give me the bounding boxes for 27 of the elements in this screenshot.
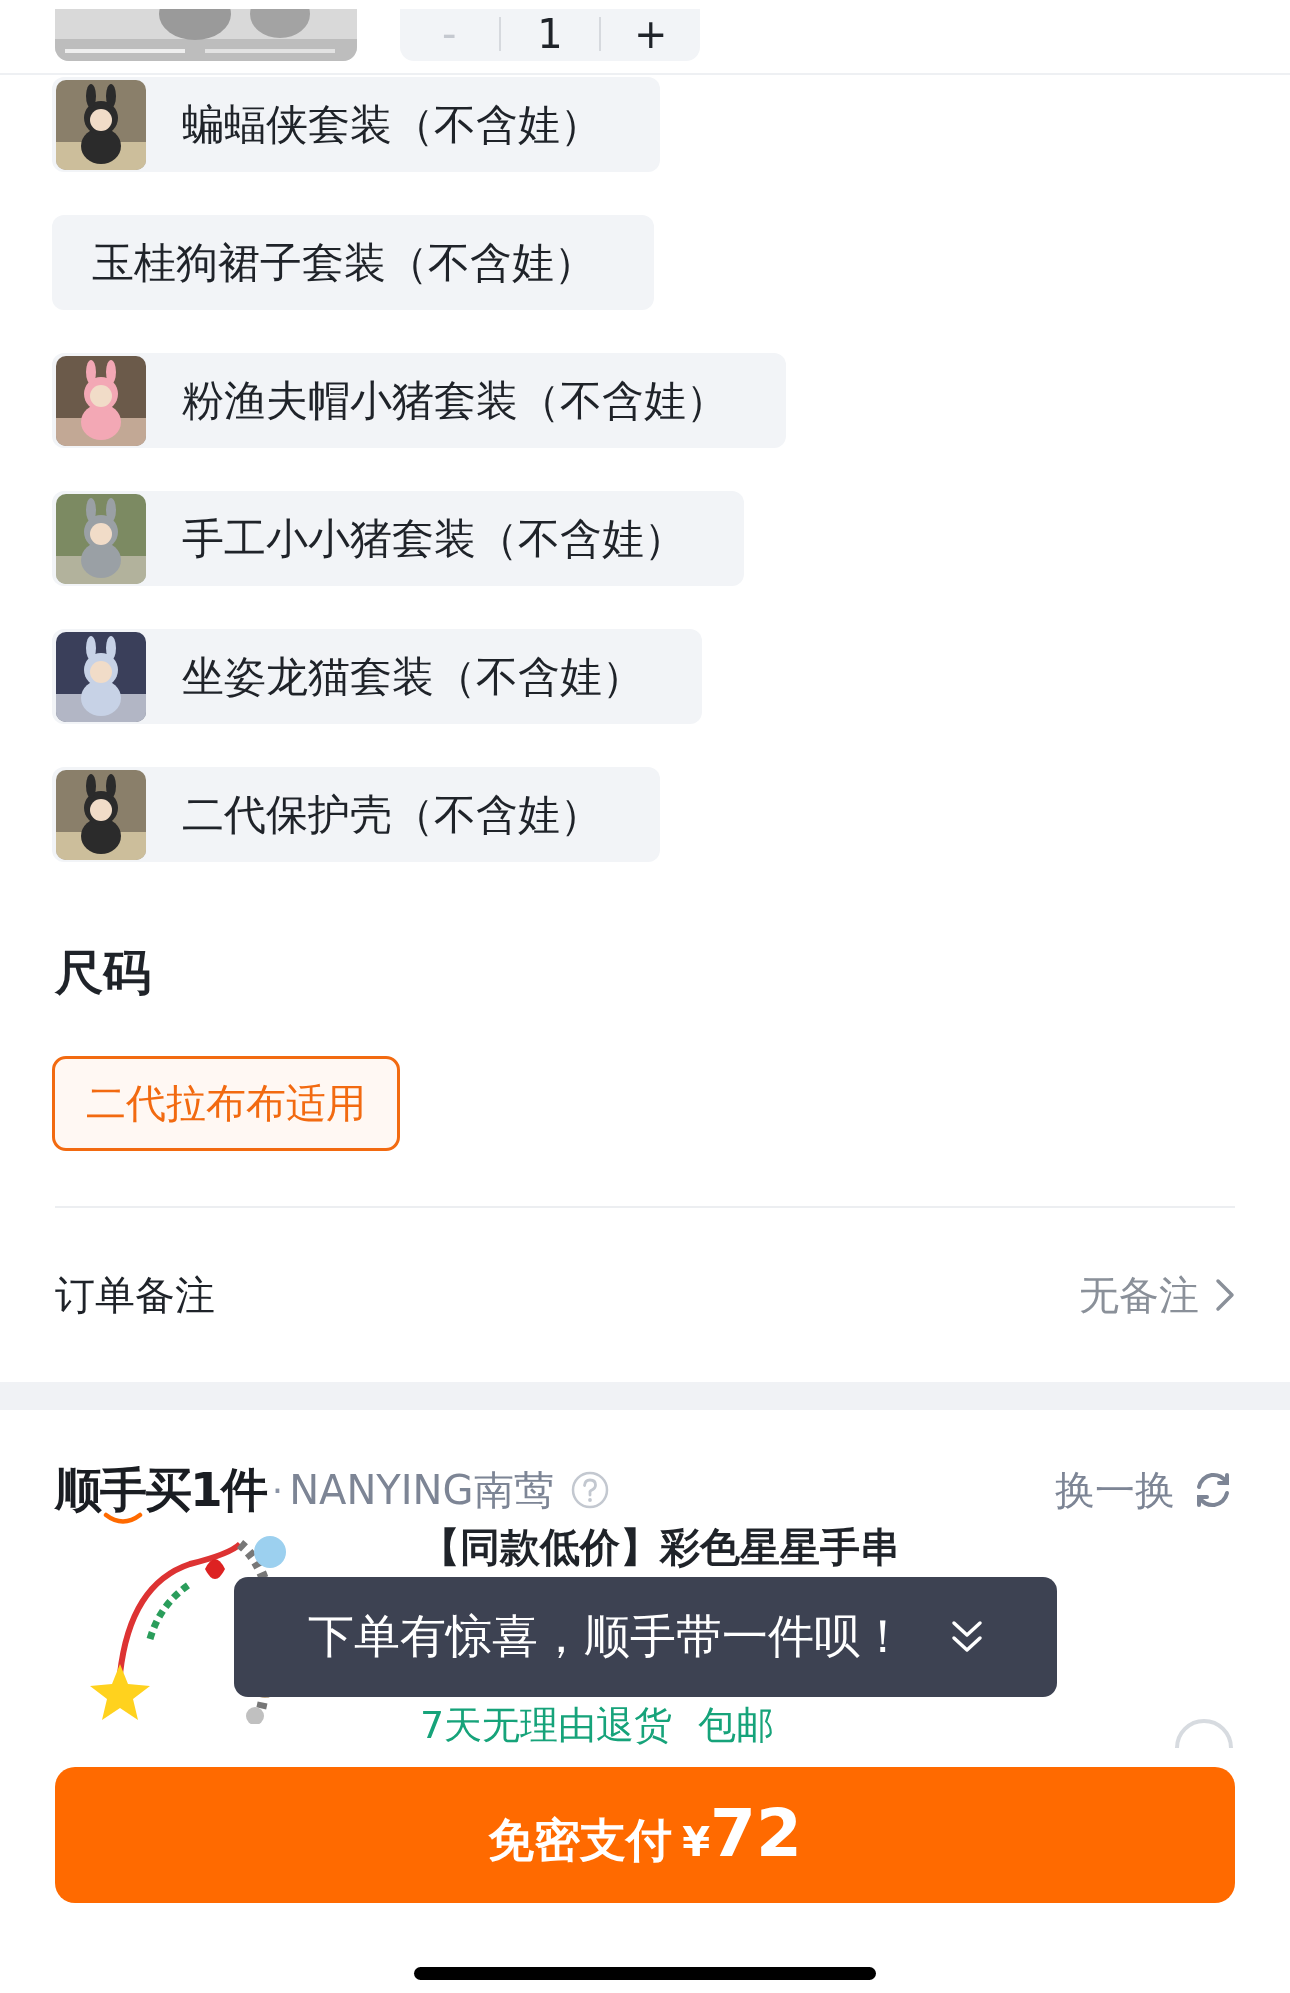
option-label: 手工小小猪套装（不含娃） bbox=[182, 512, 686, 565]
quantity-value: 1 bbox=[536, 11, 564, 57]
quantity-stepper[interactable]: - 1 + bbox=[400, 9, 700, 61]
option-chip[interactable]: 蝙蝠侠套装（不含娃） bbox=[52, 77, 660, 172]
plus-button[interactable]: + bbox=[601, 11, 700, 57]
option-label: 二代保护壳（不含娃） bbox=[182, 788, 602, 841]
separator-dot: · bbox=[271, 1469, 284, 1511]
shop-name: NANYING南莺 bbox=[289, 1465, 554, 1515]
option-chip[interactable]: 坐姿龙猫套装（不含娃） bbox=[52, 629, 702, 724]
option-chip[interactable]: 粉渔夫帽小猪套装（不含娃） bbox=[52, 353, 786, 448]
help-icon bbox=[569, 1470, 610, 1510]
tooltip-text: 下单有惊喜，顺手带一件呗！ bbox=[307, 1608, 906, 1665]
order-note-label: 订单备注 bbox=[55, 1270, 215, 1320]
section-title: 尺码 bbox=[55, 943, 152, 1002]
chevron-right-icon bbox=[1215, 1278, 1235, 1312]
option-label: 玉桂狗裙子套装（不含娃） bbox=[92, 236, 596, 289]
service-tag: 7天无理由退货 bbox=[420, 1703, 673, 1747]
option-label: 蝙蝠侠套装（不含娃） bbox=[182, 98, 602, 151]
option-label: 坐姿龙猫套装（不含娃） bbox=[182, 650, 644, 703]
swap-link[interactable]: 换一换 bbox=[1055, 1462, 1175, 1518]
option-chip[interactable]: 二代保护壳（不含娃） bbox=[52, 767, 660, 862]
product-title[interactable]: 【同款低价】彩色星星手串 bbox=[420, 1524, 900, 1570]
option-label: 粉渔夫帽小猪套装（不含娃） bbox=[182, 374, 728, 427]
option-chip[interactable]: 手工小小猪套装（不含娃） bbox=[52, 491, 744, 586]
service-tag: 包邮 bbox=[698, 1703, 775, 1747]
option-chip[interactable]: 玉桂狗裙子套装（不含娃） bbox=[52, 215, 654, 310]
logo: 顺手买1件 bbox=[55, 1461, 266, 1517]
